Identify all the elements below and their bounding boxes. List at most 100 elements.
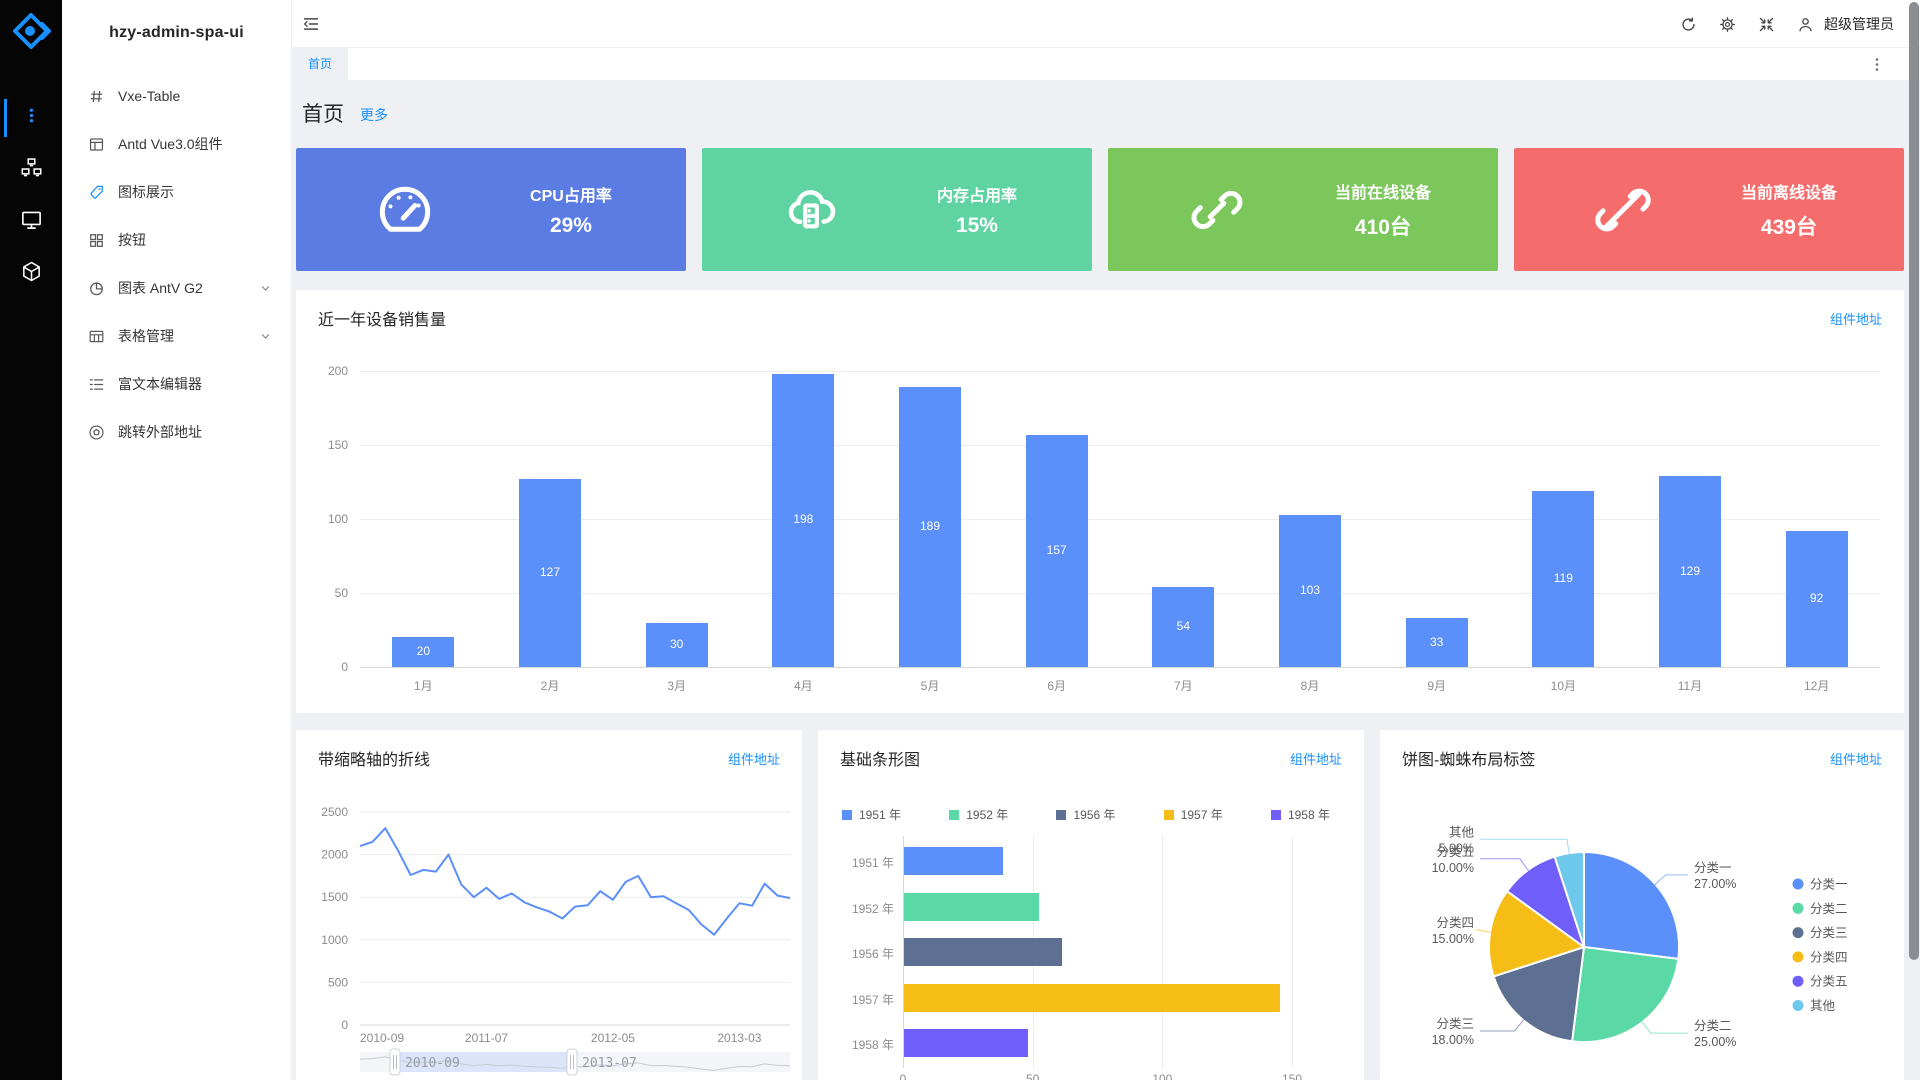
legend-label[interactable]: 分类二 [1810,902,1848,916]
bar-1952 年[interactable] [904,893,1039,921]
legend-label: 1957 年 [1181,806,1223,823]
y-tick-label: 50 [296,586,348,600]
bar-1951 年[interactable] [904,847,1003,875]
sidebar-item-5[interactable]: 表格管理 [62,312,291,360]
user-name[interactable]: 超级管理员 [1824,14,1894,34]
stat-card-value: 29% [550,214,592,238]
pie-slice-分类二[interactable] [1572,947,1678,1042]
rail-item-cluster[interactable] [0,148,62,192]
x-tick-label: 2013-03 [717,1031,761,1045]
rail-item-monitor[interactable] [0,200,62,244]
y-tick-label: 0 [296,660,348,674]
legend-marker[interactable] [1793,879,1804,890]
reload-icon[interactable] [1680,16,1697,33]
legend-label[interactable]: 其他 [1810,999,1836,1013]
slider-handle[interactable] [390,1049,400,1075]
chevron-down-icon [260,283,271,293]
legend-item-4[interactable]: 1958 年 [1271,806,1330,823]
y-tick-label: 200 [296,364,348,378]
rail-item-cube[interactable] [0,252,62,296]
stat-card-value: 410台 [1355,211,1411,241]
stat-card-0[interactable]: CPU占用率 29% [296,148,686,271]
x-tick-label: 2011-07 [465,1031,508,1045]
tab-more-icon[interactable] [1870,55,1884,73]
legend-item-1[interactable]: 1952 年 [949,806,1008,823]
rail-item-menu[interactable] [0,96,62,140]
line-series [360,828,790,935]
sidebar-item-3[interactable]: 按钮 [62,216,291,264]
bar-1957 年[interactable] [904,984,1280,1012]
sidebar-item-0[interactable]: Vxe-Table [62,72,291,120]
more-link[interactable]: 更多 [360,105,388,125]
x-tick-label: 100 [1142,1072,1182,1080]
fullscreen-exit-icon[interactable] [1758,16,1775,33]
tab-home[interactable]: 首页 [292,48,348,80]
bar-1958 年[interactable] [904,1029,1028,1057]
legend-marker[interactable] [1793,951,1804,962]
sidebar-menu: Vxe-Table Antd Vue3.0组件图标展示按钮图表 AntV G2表格… [62,72,291,456]
bar-1956 年[interactable] [904,938,1062,966]
x-tick-label: 11月 [1627,677,1754,694]
sidebar-item-4[interactable]: 图表 AntV G2 [62,264,291,312]
app-logo[interactable] [11,11,51,51]
sidebar-item-label: Vxe-Table [118,88,180,104]
stat-card-texts: 内存占用率15% [878,148,1077,271]
stat-card-2[interactable]: 当前在线设备410台 [1108,148,1498,271]
bar-value-label: 198 [772,512,834,526]
pie-chart-link[interactable]: 组件地址 [1830,749,1882,768]
pie-chart-card: 饼图-蜘蛛布局标签 组件地址 分类一27.00%分类二25.00%分类三18.0… [1380,730,1904,1080]
slider-handle[interactable] [567,1049,577,1075]
layout-icon [88,136,105,153]
legend-marker[interactable] [1793,927,1804,938]
legend-marker[interactable] [1793,903,1804,914]
pie-slice-分类一[interactable] [1584,852,1679,959]
bar-value-label: 33 [1406,635,1468,649]
stat-card-label: CPU占用率 [530,182,612,206]
stat-card-label: 当前离线设备 [1741,179,1837,203]
cloud-server-icon [782,181,840,239]
pie-label-connector [1480,1019,1525,1031]
gridline [360,593,1880,594]
legend-item-0[interactable]: 1951 年 [842,806,901,823]
sidebar-item-7[interactable]: 跳转外部地址 [62,408,291,456]
y-tick-label: 1500 [321,890,348,904]
stat-card-3[interactable]: 当前离线设备439台 [1514,148,1904,271]
legend-item-3[interactable]: 1957 年 [1164,806,1223,823]
menu-fold-icon[interactable] [302,15,320,33]
hbar-chart-link[interactable]: 组件地址 [1290,749,1342,768]
stat-card-1[interactable]: 内存占用率15% [702,148,1092,271]
pie-label-name: 分类一 [1694,861,1732,875]
table-icon [88,328,105,345]
gear-icon[interactable] [1719,16,1736,33]
sidebar-item-2[interactable]: 图标展示 [62,168,291,216]
bar-value-label: 157 [1026,543,1088,557]
vertical-scrollbar[interactable] [1909,2,1919,960]
legend-marker[interactable] [1793,1000,1804,1011]
sidebar-item-1[interactable]: Antd Vue3.0组件 [62,120,291,168]
pie-chart-title: 饼图-蜘蛛布局标签 [1402,746,1535,770]
stat-card-texts: 当前离线设备439台 [1690,148,1889,271]
user-icon[interactable] [1797,16,1814,33]
chevron-down-icon [260,331,271,341]
stat-cards-row: CPU占用率 29% 内存占用率15% 当前在线设备410台 当前离线设备439台 [296,148,1904,271]
legend-marker[interactable] [1793,976,1804,987]
legend-label[interactable]: 分类四 [1810,950,1848,964]
ellipsis-menu-icon [20,104,43,132]
legend-label[interactable]: 分类五 [1810,975,1848,989]
legend-label[interactable]: 分类三 [1810,926,1848,940]
y-tick-label: 2500 [321,805,348,819]
pie-label-pct: 27.00% [1694,877,1736,891]
legend-label[interactable]: 分类一 [1810,878,1848,892]
line-chart-link[interactable]: 组件地址 [728,749,780,768]
timeline-line-chart: 050010001500200025002010-092011-072012-0… [296,730,802,1080]
sidebar-item-6[interactable]: 富文本编辑器 [62,360,291,408]
page-title: 首页 [302,98,344,128]
sidebar-item-label: 跳转外部地址 [118,422,202,442]
bar-value-label: 127 [519,565,581,579]
gridline [1292,836,1293,1068]
legend-item-2[interactable]: 1956 年 [1056,806,1115,823]
icon-rail [0,0,62,1080]
monitor-icon [20,208,43,236]
sales-chart-link[interactable]: 组件地址 [1830,309,1882,328]
topbar: 超级管理员 [292,0,1920,48]
